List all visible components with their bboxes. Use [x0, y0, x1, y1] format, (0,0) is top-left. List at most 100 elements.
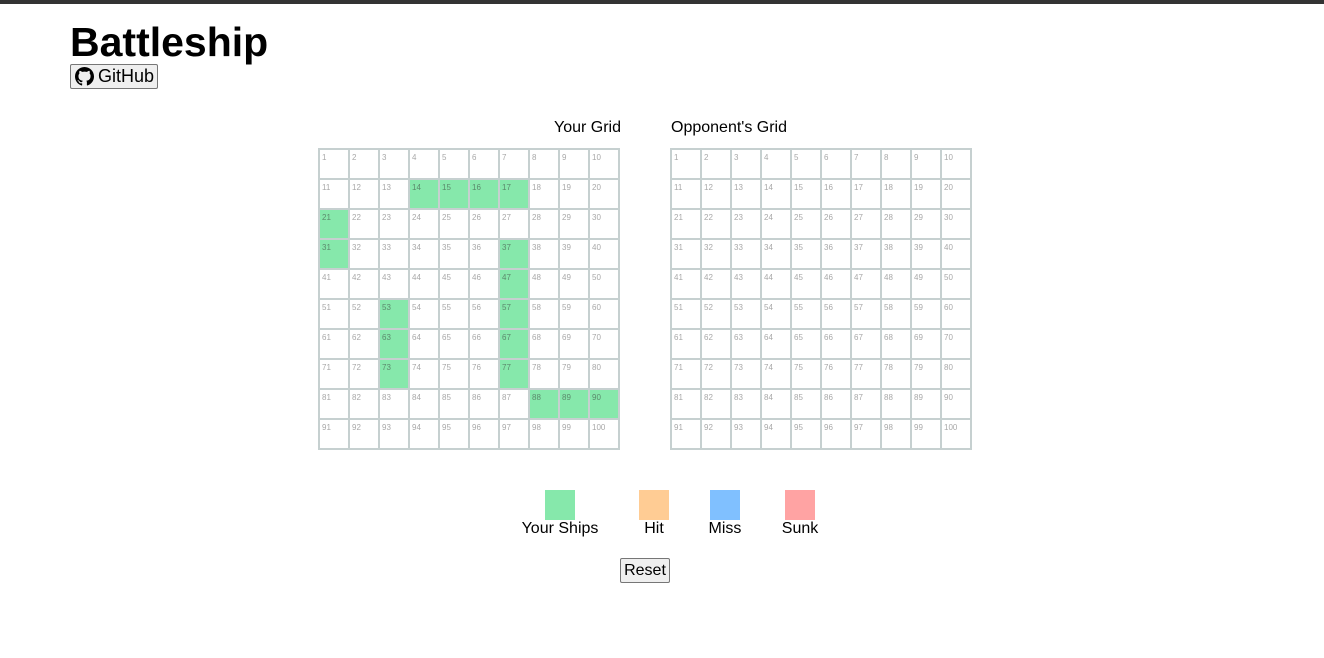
- opponent-grid-cell-18[interactable]: 18: [881, 179, 911, 209]
- opponent-grid-cell-95[interactable]: 95: [791, 419, 821, 449]
- opponent-grid-cell-6[interactable]: 6: [821, 149, 851, 179]
- opponent-grid-cell-72[interactable]: 72: [701, 359, 731, 389]
- opponent-grid-cell-49[interactable]: 49: [911, 269, 941, 299]
- opponent-grid-cell-9[interactable]: 9: [911, 149, 941, 179]
- opponent-grid-cell-24[interactable]: 24: [761, 209, 791, 239]
- opponent-grid-cell-60[interactable]: 60: [941, 299, 971, 329]
- opponent-grid-cell-57[interactable]: 57: [851, 299, 881, 329]
- opponent-grid-cell-45[interactable]: 45: [791, 269, 821, 299]
- opponent-grid-cell-7[interactable]: 7: [851, 149, 881, 179]
- opponent-grid-cell-78[interactable]: 78: [881, 359, 911, 389]
- opponent-grid-cell-96[interactable]: 96: [821, 419, 851, 449]
- opponent-grid-cell-85[interactable]: 85: [791, 389, 821, 419]
- opponent-grid-cell-97[interactable]: 97: [851, 419, 881, 449]
- opponent-grid-cell-26[interactable]: 26: [821, 209, 851, 239]
- opponent-grid-cell-74[interactable]: 74: [761, 359, 791, 389]
- opponent-grid-cell-43[interactable]: 43: [731, 269, 761, 299]
- opponent-grid-cell-77[interactable]: 77: [851, 359, 881, 389]
- opponent-grid-cell-8[interactable]: 8: [881, 149, 911, 179]
- opponent-grid-cell-22[interactable]: 22: [701, 209, 731, 239]
- opponent-grid-cell-1[interactable]: 1: [671, 149, 701, 179]
- opponent-grid-cell-61[interactable]: 61: [671, 329, 701, 359]
- opponent-grid-cell-51[interactable]: 51: [671, 299, 701, 329]
- opponent-grid-cell-23[interactable]: 23: [731, 209, 761, 239]
- opponent-grid-cell-46[interactable]: 46: [821, 269, 851, 299]
- opponent-grid-cell-52[interactable]: 52: [701, 299, 731, 329]
- opponent-grid-cell-4[interactable]: 4: [761, 149, 791, 179]
- opponent-grid-cell-89[interactable]: 89: [911, 389, 941, 419]
- opponent-grid-cell-2[interactable]: 2: [701, 149, 731, 179]
- opponent-grid-cell-58[interactable]: 58: [881, 299, 911, 329]
- opponent-grid-cell-19[interactable]: 19: [911, 179, 941, 209]
- opponent-grid-cell-21[interactable]: 21: [671, 209, 701, 239]
- opponent-grid-cell-16[interactable]: 16: [821, 179, 851, 209]
- opponent-grid-cell-36[interactable]: 36: [821, 239, 851, 269]
- opponent-grid-cell-38[interactable]: 38: [881, 239, 911, 269]
- opponent-grid-cell-91[interactable]: 91: [671, 419, 701, 449]
- opponent-grid-cell-86[interactable]: 86: [821, 389, 851, 419]
- opponent-grid-cell-100[interactable]: 100: [941, 419, 971, 449]
- opponent-grid-cell-5[interactable]: 5: [791, 149, 821, 179]
- opponent-grid-cell-84[interactable]: 84: [761, 389, 791, 419]
- opponent-grid-cell-68[interactable]: 68: [881, 329, 911, 359]
- opponent-grid-cell-44[interactable]: 44: [761, 269, 791, 299]
- opponent-grid-cell-12[interactable]: 12: [701, 179, 731, 209]
- opponent-grid-cell-33[interactable]: 33: [731, 239, 761, 269]
- opponent-grid-cell-30[interactable]: 30: [941, 209, 971, 239]
- opponent-grid-cell-11[interactable]: 11: [671, 179, 701, 209]
- opponent-grid-cell-41[interactable]: 41: [671, 269, 701, 299]
- opponent-grid-cell-37[interactable]: 37: [851, 239, 881, 269]
- opponent-grid-cell-40[interactable]: 40: [941, 239, 971, 269]
- opponent-grid-cell-66[interactable]: 66: [821, 329, 851, 359]
- opponent-grid-cell-54[interactable]: 54: [761, 299, 791, 329]
- opponent-grid-cell-98[interactable]: 98: [881, 419, 911, 449]
- opponent-grid-cell-76[interactable]: 76: [821, 359, 851, 389]
- opponent-grid-cell-32[interactable]: 32: [701, 239, 731, 269]
- opponent-grid-cell-20[interactable]: 20: [941, 179, 971, 209]
- opponent-grid-cell-90[interactable]: 90: [941, 389, 971, 419]
- opponent-grid-cell-35[interactable]: 35: [791, 239, 821, 269]
- opponent-grid-cell-93[interactable]: 93: [731, 419, 761, 449]
- opponent-grid-cell-55[interactable]: 55: [791, 299, 821, 329]
- opponent-grid-cell-99[interactable]: 99: [911, 419, 941, 449]
- opponent-grid-cell-3[interactable]: 3: [731, 149, 761, 179]
- opponent-grid-cell-82[interactable]: 82: [701, 389, 731, 419]
- opponent-grid-cell-39[interactable]: 39: [911, 239, 941, 269]
- opponent-grid-cell-28[interactable]: 28: [881, 209, 911, 239]
- opponent-grid-cell-71[interactable]: 71: [671, 359, 701, 389]
- opponent-grid-cell-31[interactable]: 31: [671, 239, 701, 269]
- opponent-grid-cell-27[interactable]: 27: [851, 209, 881, 239]
- opponent-grid-cell-81[interactable]: 81: [671, 389, 701, 419]
- opponent-grid-cell-53[interactable]: 53: [731, 299, 761, 329]
- opponent-grid-cell-92[interactable]: 92: [701, 419, 731, 449]
- opponent-grid-cell-42[interactable]: 42: [701, 269, 731, 299]
- opponent-grid-cell-48[interactable]: 48: [881, 269, 911, 299]
- opponent-grid-cell-67[interactable]: 67: [851, 329, 881, 359]
- opponent-grid-cell-10[interactable]: 10: [941, 149, 971, 179]
- reset-button[interactable]: Reset: [620, 558, 670, 583]
- opponent-grid-cell-64[interactable]: 64: [761, 329, 791, 359]
- opponent-grid-cell-17[interactable]: 17: [851, 179, 881, 209]
- opponent-grid-cell-14[interactable]: 14: [761, 179, 791, 209]
- opponent-grid-cell-13[interactable]: 13: [731, 179, 761, 209]
- opponent-grid-cell-29[interactable]: 29: [911, 209, 941, 239]
- opponent-grid-cell-50[interactable]: 50: [941, 269, 971, 299]
- opponent-grid-cell-62[interactable]: 62: [701, 329, 731, 359]
- opponent-grid-cell-47[interactable]: 47: [851, 269, 881, 299]
- opponent-grid-cell-70[interactable]: 70: [941, 329, 971, 359]
- opponent-grid-cell-79[interactable]: 79: [911, 359, 941, 389]
- opponent-grid-cell-69[interactable]: 69: [911, 329, 941, 359]
- opponent-grid-cell-15[interactable]: 15: [791, 179, 821, 209]
- opponent-grid-cell-63[interactable]: 63: [731, 329, 761, 359]
- opponent-grid-cell-25[interactable]: 25: [791, 209, 821, 239]
- opponent-grid-cell-94[interactable]: 94: [761, 419, 791, 449]
- opponent-grid-cell-88[interactable]: 88: [881, 389, 911, 419]
- opponent-grid-cell-73[interactable]: 73: [731, 359, 761, 389]
- opponent-grid-cell-59[interactable]: 59: [911, 299, 941, 329]
- opponent-grid-cell-56[interactable]: 56: [821, 299, 851, 329]
- opponent-grid-cell-80[interactable]: 80: [941, 359, 971, 389]
- github-button[interactable]: GitHub: [70, 64, 158, 89]
- opponent-grid-cell-65[interactable]: 65: [791, 329, 821, 359]
- opponent-grid-cell-83[interactable]: 83: [731, 389, 761, 419]
- opponent-grid-cell-87[interactable]: 87: [851, 389, 881, 419]
